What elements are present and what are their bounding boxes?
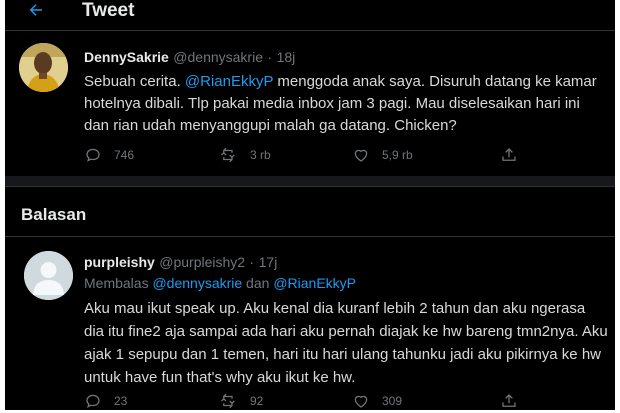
- like-button[interactable]: 5,9 rb: [352, 146, 413, 164]
- replying-and: dan: [242, 275, 274, 291]
- replying-user-link[interactable]: @RianEkkyP: [273, 275, 356, 291]
- avatar[interactable]: [19, 43, 68, 92]
- tweet-display-name[interactable]: DennySakrie: [84, 49, 169, 65]
- reply-handle[interactable]: @purpleishy2: [159, 254, 245, 270]
- meta-separator: ·: [267, 49, 273, 65]
- section-divider-top: [5, 186, 615, 187]
- share-button[interactable]: [500, 146, 530, 164]
- like-count: 309: [382, 394, 403, 408]
- reply-display-name[interactable]: purpleishy: [84, 254, 155, 270]
- reply-meta-separator: ·: [249, 254, 255, 270]
- twitter-screen: Tweet DennySakrie @dennysakrie · 18j Seb…: [5, 0, 615, 410]
- share-icon: [502, 148, 516, 161]
- screenshot-frame: Tweet DennySakrie @dennysakrie · 18j Seb…: [0, 0, 620, 413]
- reply-time[interactable]: 17j: [259, 254, 278, 270]
- retweet-button[interactable]: 3 rb: [220, 146, 271, 164]
- retweet-icon: [221, 393, 235, 409]
- section-gap: [5, 176, 615, 186]
- tweet-mention-link[interactable]: @RianEkkyP: [185, 73, 273, 90]
- like-icon: [354, 395, 368, 408]
- like-button[interactable]: 309: [352, 392, 402, 410]
- reply-count: 746: [114, 148, 135, 162]
- share-icon: [502, 394, 516, 407]
- reply-actions: 23 92 309: [84, 392, 524, 410]
- tweet-header: DennySakrie @dennysakrie · 18j: [84, 49, 295, 67]
- reply-button[interactable]: 23: [84, 392, 127, 410]
- reply-icon: [86, 394, 100, 408]
- share-button[interactable]: [500, 392, 530, 410]
- retweet-count: 3 rb: [250, 148, 271, 162]
- tweet-time[interactable]: 18j: [277, 49, 296, 65]
- retweet-count: 92: [250, 394, 264, 408]
- reply-count: 23: [114, 394, 128, 408]
- page-title: Tweet: [82, 0, 135, 21]
- replying-prefix: Membalas: [84, 275, 153, 291]
- top-bar: Tweet: [5, 0, 615, 24]
- like-count: 5,9 rb: [382, 148, 413, 162]
- reply-icon: [86, 148, 100, 162]
- back-arrow-icon[interactable]: [27, 1, 45, 19]
- tweet-text-part1: Sebuah cerita.: [84, 73, 185, 90]
- like-icon: [354, 149, 368, 162]
- reply-avatar[interactable]: [24, 251, 73, 300]
- tweet-actions: 746 3 rb 5,9 rb: [84, 146, 524, 166]
- replies-heading-divider: [5, 236, 615, 237]
- reply-button[interactable]: 746: [84, 146, 134, 164]
- replies-heading: Balasan: [21, 205, 87, 224]
- header-divider: [5, 30, 615, 31]
- reply-header: purpleishy @purpleishy2 · 17j: [84, 254, 277, 272]
- retweet-button[interactable]: 92: [220, 392, 263, 410]
- replying-user-link[interactable]: @dennysakrie: [152, 275, 242, 291]
- tweet-text: Sebuah cerita. @RianEkkyP menggoda anak …: [84, 71, 609, 137]
- retweet-icon: [221, 147, 235, 163]
- tweet-handle[interactable]: @dennysakrie: [173, 49, 263, 65]
- replying-to: Membalas @dennysakrie dan @RianEkkyP: [84, 275, 356, 291]
- reply-text: Aku mau ikut speak up. Aku kenal dia kur…: [84, 300, 608, 386]
